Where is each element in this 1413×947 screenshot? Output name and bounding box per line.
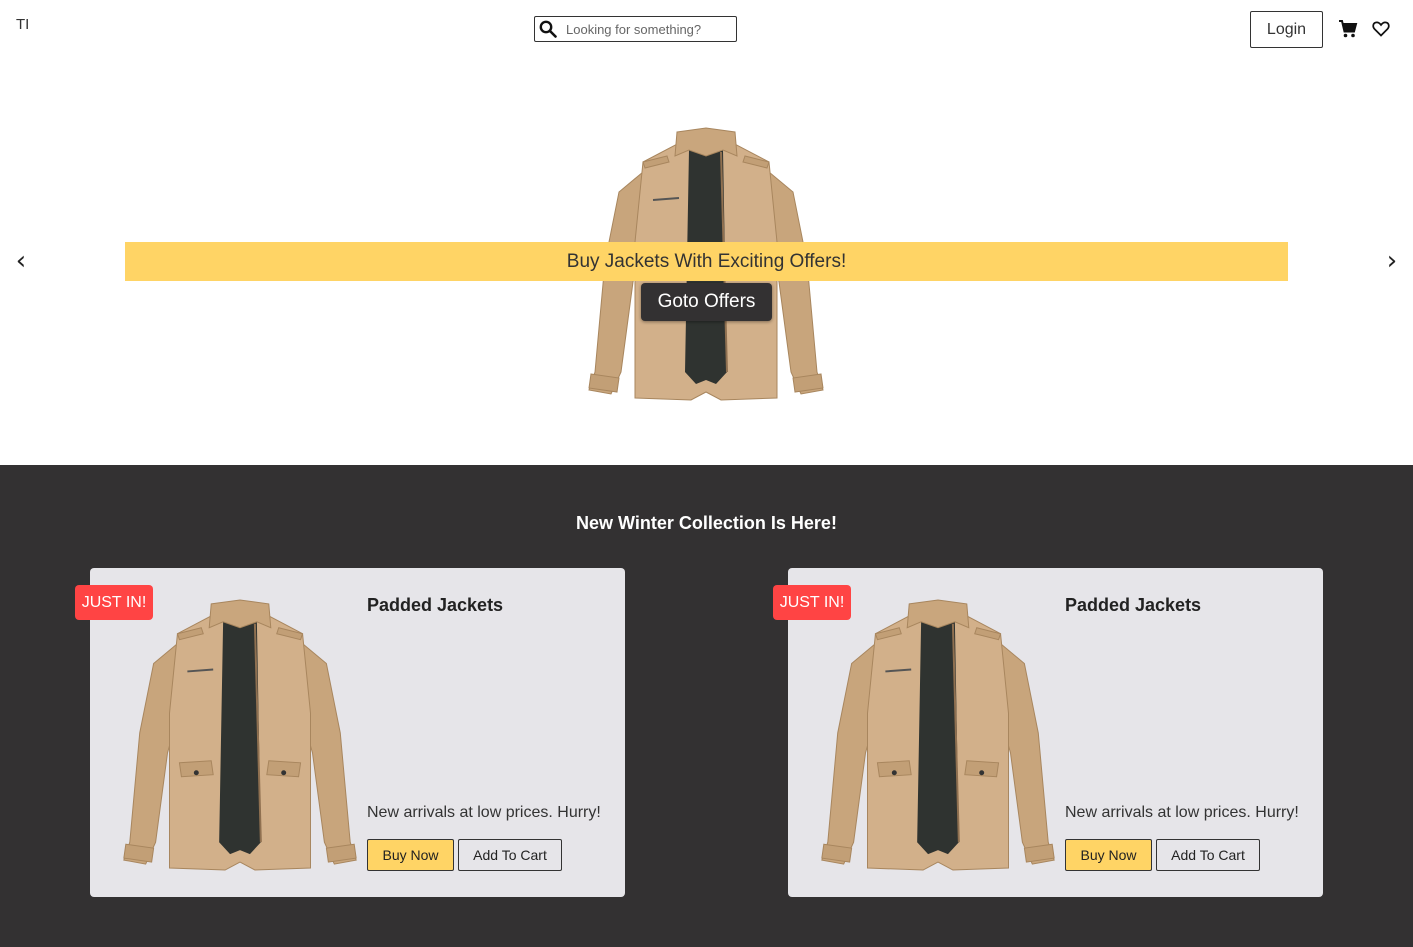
- winter-collection-section: New Winter Collection Is Here! JUST IN! …: [0, 465, 1413, 947]
- hero-banner: Buy Jackets With Exciting Offers!: [125, 242, 1288, 281]
- product-title: Padded Jackets: [1065, 595, 1202, 615]
- product-description: New arrivals at low prices. Hurry!: [367, 804, 601, 821]
- login-button[interactable]: Login: [1250, 11, 1323, 48]
- product-image[interactable]: [115, 594, 365, 872]
- section-title: New Winter Collection Is Here!: [576, 513, 837, 533]
- search-bar[interactable]: [534, 16, 737, 42]
- add-to-cart-button[interactable]: Add To Cart: [1156, 839, 1260, 871]
- search-icon[interactable]: [536, 17, 560, 41]
- product-description: New arrivals at low prices. Hurry!: [1065, 804, 1299, 821]
- carousel-next-arrow[interactable]: ›: [1380, 246, 1404, 276]
- search-input[interactable]: [566, 18, 736, 40]
- hero-banner-text: Buy Jackets With Exciting Offers!: [566, 250, 847, 272]
- carousel-prev-arrow[interactable]: ‹: [9, 246, 33, 276]
- product-title: Padded Jackets: [367, 595, 504, 615]
- heart-icon[interactable]: [1372, 20, 1390, 38]
- logo[interactable]: TI: [16, 16, 29, 33]
- product-image[interactable]: [813, 594, 1063, 872]
- buy-now-button[interactable]: Buy Now: [367, 839, 454, 871]
- add-to-cart-button[interactable]: Add To Cart: [458, 839, 562, 871]
- hero-carousel: ‹ › Buy Jackets With Exciting Offers! Go…: [0, 60, 1413, 465]
- goto-offers-button[interactable]: Goto Offers: [641, 283, 772, 321]
- cart-icon[interactable]: [1338, 19, 1358, 39]
- product-card[interactable]: JUST IN! Padded Jackets New arrivals at …: [75, 568, 625, 897]
- product-card[interactable]: JUST IN! Padded Jackets New arrivals at …: [773, 568, 1323, 897]
- header: TI Login: [0, 0, 1413, 60]
- buy-now-button[interactable]: Buy Now: [1065, 839, 1152, 871]
